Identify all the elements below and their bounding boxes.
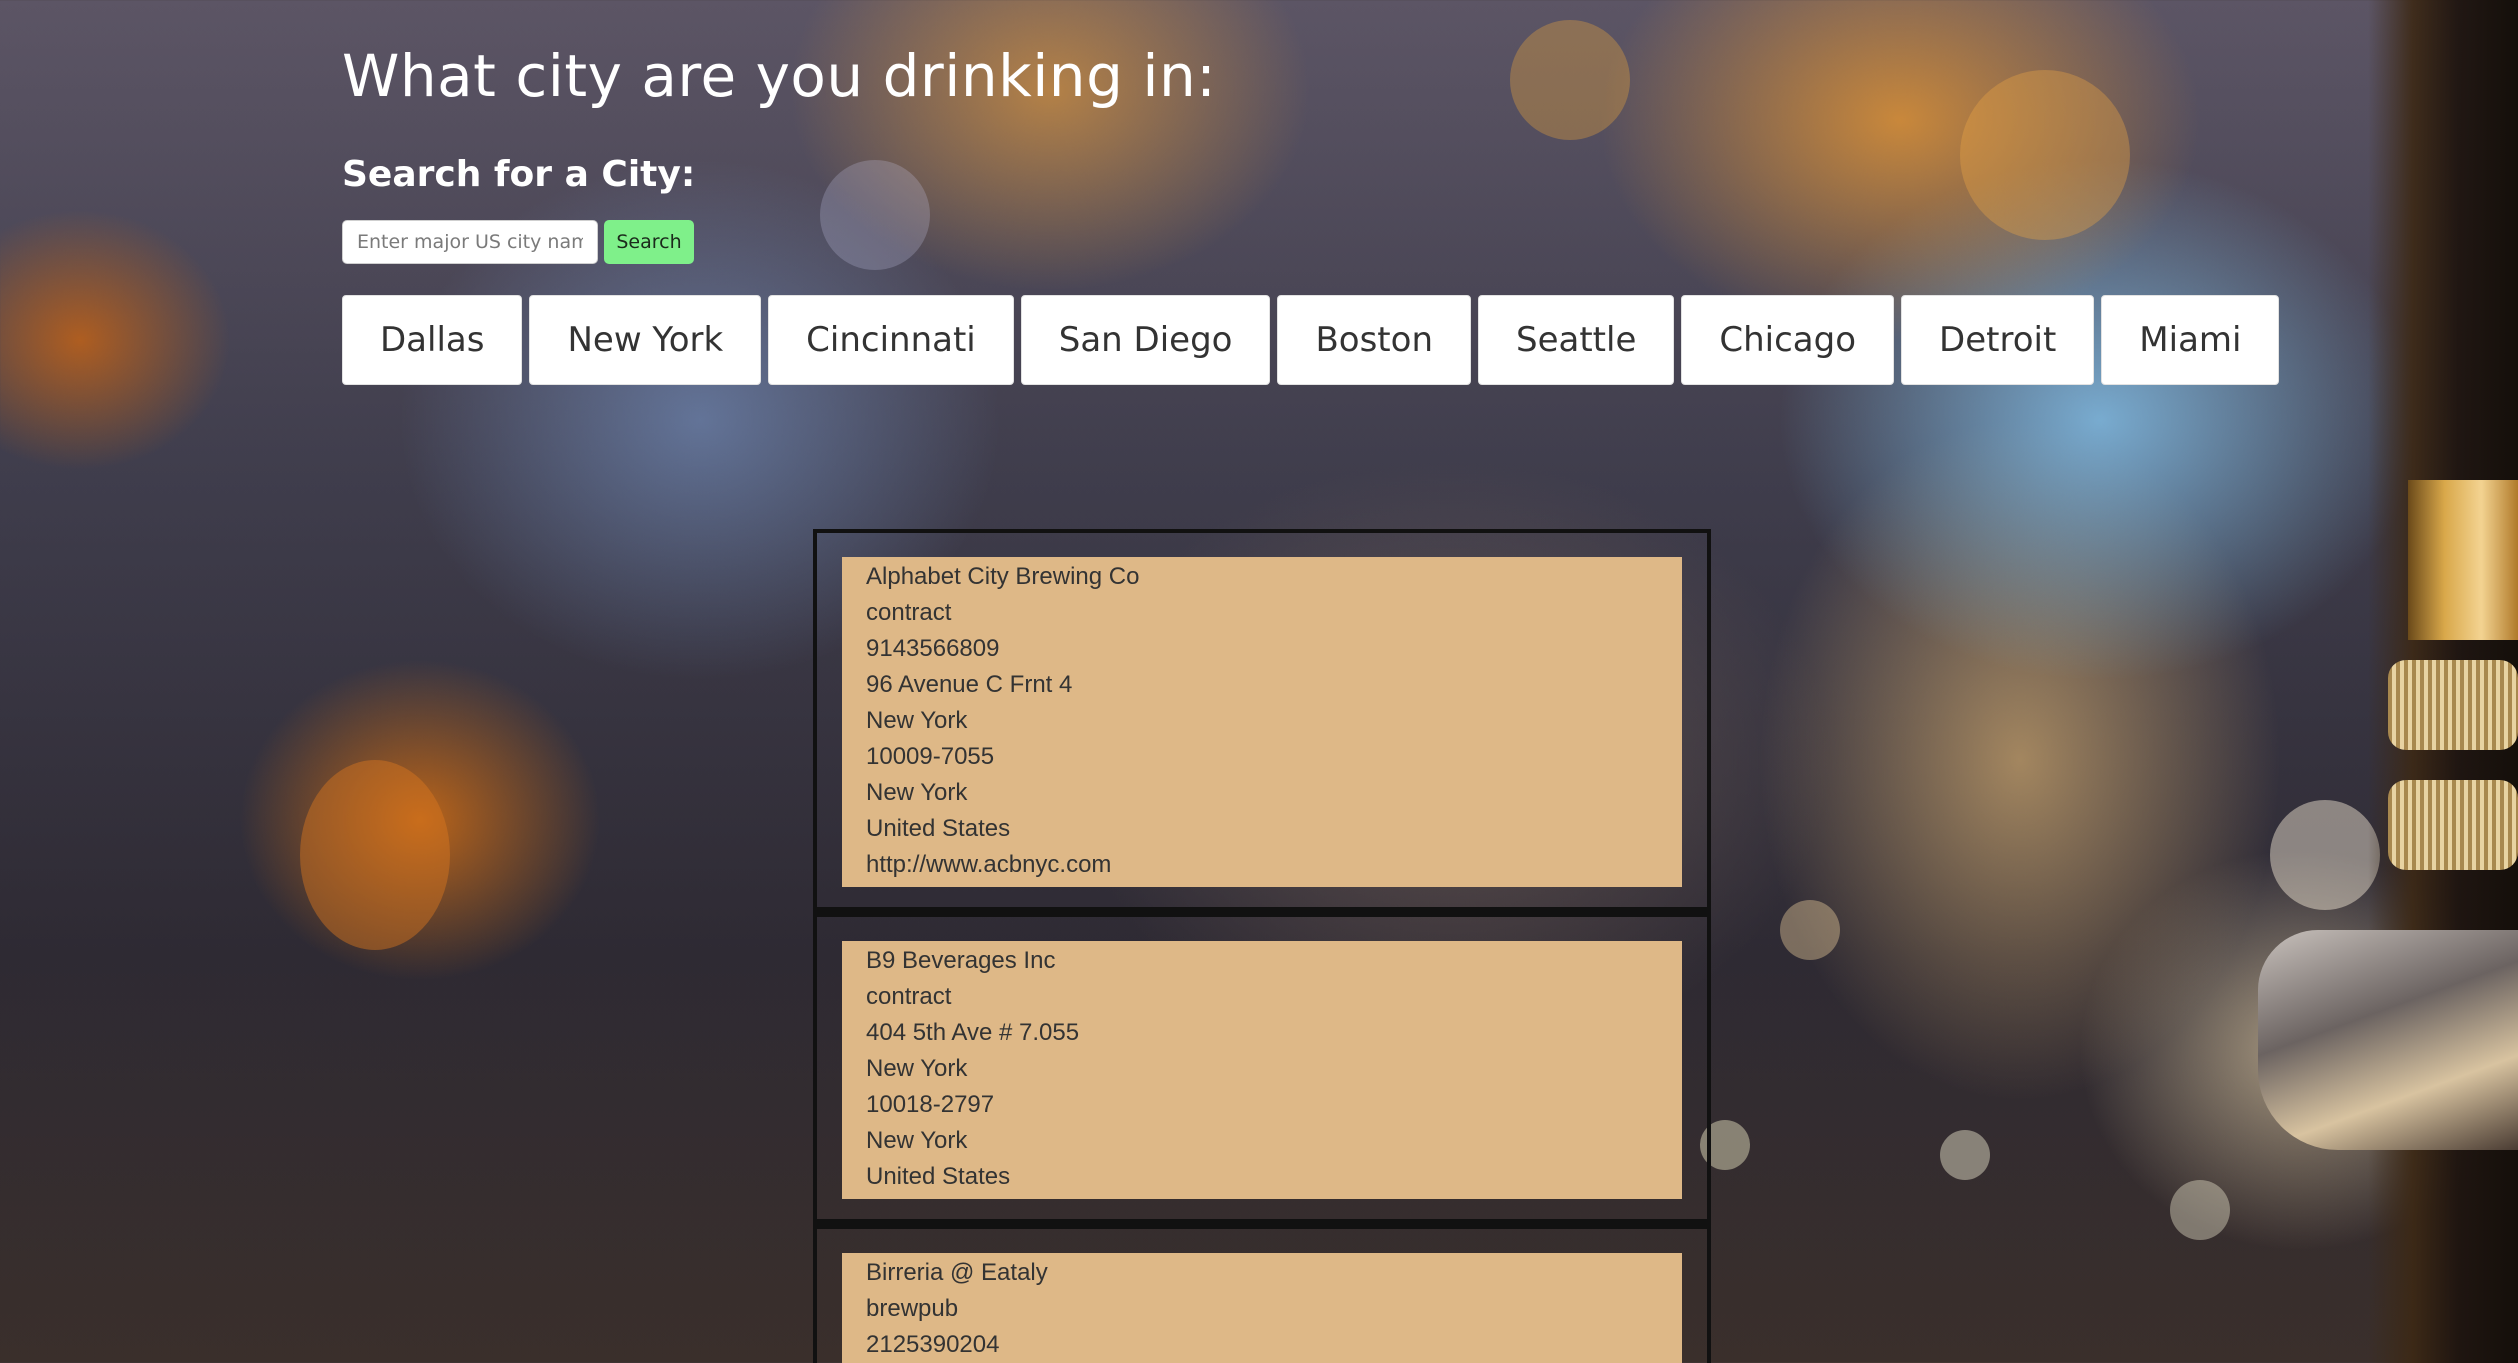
brewery-country: United States: [866, 1163, 1011, 1190]
background-bokeh: [1960, 70, 2130, 240]
brewery-postal-code: 10009-7055: [866, 743, 995, 770]
city-button-new-york[interactable]: New York: [529, 295, 762, 385]
brewery-results-list: Alphabet City Brewing Co contract 914356…: [813, 529, 1711, 1363]
brewery-card: Alphabet City Brewing Co contract 914356…: [842, 557, 1682, 887]
city-button-miami[interactable]: Miami: [2101, 295, 2280, 385]
brewery-street: 96 Avenue C Frnt 4: [866, 671, 1073, 698]
brewery-postal-code: 10018-2797: [866, 1091, 995, 1118]
brewery-name: B9 Beverages Inc: [866, 947, 1056, 974]
city-button-dallas[interactable]: Dallas: [342, 295, 523, 385]
background-bokeh: [1510, 20, 1630, 140]
city-button-cincinnati[interactable]: Cincinnati: [768, 295, 1014, 385]
brewery-website: http://www.acbnyc.com: [866, 851, 1112, 878]
brewery-city: New York: [866, 1055, 968, 1082]
brewery-state: New York: [866, 1127, 968, 1154]
brewery-phone: 2125390204: [866, 1331, 1000, 1358]
brewery-name: Birreria @ Eataly: [866, 1259, 1048, 1286]
city-button-chicago[interactable]: Chicago: [1681, 295, 1895, 385]
brewery-result: B9 Beverages Inc contract 404 5th Ave # …: [813, 913, 1711, 1225]
city-search-input[interactable]: [342, 220, 598, 264]
city-button-row: Dallas New York Cincinnati San Diego Bos…: [342, 295, 2280, 385]
brewery-state: New York: [866, 779, 968, 806]
brewery-type: brewpub: [866, 1295, 959, 1322]
search-heading: Search for a City:: [342, 154, 696, 195]
background-bokeh: [2170, 1180, 2230, 1240]
background-bokeh: [2270, 800, 2380, 910]
search-button[interactable]: Search: [604, 220, 694, 264]
brewery-result: Alphabet City Brewing Co contract 914356…: [813, 529, 1711, 913]
brewery-country: United States: [866, 815, 1011, 842]
beer-tap-ring: [2388, 780, 2518, 870]
beer-tap-ring: [2388, 660, 2518, 750]
brewery-card: Birreria @ Eataly brewpub 2125390204: [842, 1253, 1682, 1363]
brewery-type: contract: [866, 599, 952, 626]
brewery-result: Birreria @ Eataly brewpub 2125390204: [813, 1225, 1711, 1363]
brewery-street: 404 5th Ave # 7.055: [866, 1019, 1080, 1046]
background-bokeh: [820, 160, 930, 270]
city-button-detroit[interactable]: Detroit: [1901, 295, 2095, 385]
page-title: What city are you drinking in:: [342, 42, 1217, 110]
brewery-name: Alphabet City Brewing Co: [866, 563, 1140, 590]
background-bokeh: [1940, 1130, 1990, 1180]
brewery-city: New York: [866, 707, 968, 734]
background-bokeh: [300, 760, 450, 950]
background-bokeh: [1780, 900, 1840, 960]
beer-tap-spout: [2258, 930, 2518, 1150]
brewery-type: contract: [866, 983, 952, 1010]
brewery-card: B9 Beverages Inc contract 404 5th Ave # …: [842, 941, 1682, 1199]
brewery-phone: 9143566809: [866, 635, 1000, 662]
city-button-seattle[interactable]: Seattle: [1478, 295, 1675, 385]
city-button-san-diego[interactable]: San Diego: [1020, 295, 1271, 385]
beer-tap-brass: [2408, 480, 2518, 640]
city-button-boston[interactable]: Boston: [1277, 295, 1471, 385]
